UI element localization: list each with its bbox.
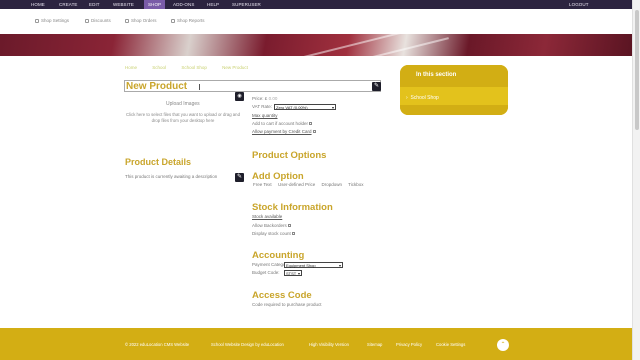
allow-payment-label: Allow payment by Credit Card bbox=[252, 129, 312, 134]
page-title: New Product bbox=[126, 81, 188, 92]
access-code-text: Code required to purchase product bbox=[252, 302, 322, 307]
add-to-cart-label: Add to cart if account holder bbox=[252, 121, 309, 126]
cart-icon bbox=[125, 18, 129, 23]
vat-rate-select[interactable]: Zero VAT (0.00%) ▾ bbox=[274, 104, 336, 110]
breadcrumb: Home School School Shop New Product bbox=[125, 65, 262, 70]
price-currency: £ bbox=[264, 96, 268, 101]
footer-cookie-link[interactable]: Cookie Settings bbox=[436, 342, 465, 347]
vat-rate-label: VAT Rate: bbox=[252, 104, 273, 109]
allow-backorders-checkbox[interactable] bbox=[287, 224, 291, 228]
display-stock-checkbox[interactable] bbox=[291, 232, 295, 236]
subnav-label: Shop Reports bbox=[177, 18, 205, 23]
footer-high-visibility-link[interactable]: High Visibility Version bbox=[309, 342, 349, 347]
nav-add-ons[interactable]: ADD-ONS bbox=[173, 0, 194, 9]
nav-shop[interactable]: SHOP bbox=[144, 0, 166, 9]
sidebar-item-label: School Shop bbox=[410, 95, 439, 101]
back-to-top-icon[interactable]: ⌃ bbox=[497, 339, 509, 351]
sidebar-item-school-shop[interactable]: › School Shop bbox=[406, 95, 439, 101]
payment-category-value: Equipment Shop bbox=[286, 263, 316, 268]
subnav-shop-reports[interactable]: Shop Reports bbox=[171, 18, 205, 23]
product-details-heading: Product Details bbox=[125, 157, 192, 167]
top-navigation: HOME CREATE EDIT WEBSITE SHOP ADD-ONS HE… bbox=[0, 0, 632, 9]
product-title-field[interactable]: New Product bbox=[124, 80, 381, 92]
stock-information-heading: Stock Information bbox=[252, 202, 333, 213]
allow-backorders-label: Allow Backorders bbox=[252, 223, 287, 228]
chevron-down-icon: ▾ bbox=[297, 271, 300, 276]
option-dropdown[interactable]: Dropdown bbox=[321, 182, 342, 187]
chevron-right-icon: › bbox=[406, 95, 408, 101]
allow-payment-checkbox[interactable] bbox=[312, 130, 316, 134]
nav-edit[interactable]: EDIT bbox=[89, 0, 100, 9]
allow-payment-option[interactable]: Allow payment by Credit Card bbox=[252, 129, 316, 134]
max-quantity-link[interactable]: Max quantity bbox=[252, 113, 278, 118]
shop-subnavigation: Shop Settings Discounts Shop Orders Shop… bbox=[0, 9, 632, 34]
logout-link[interactable]: LOGOUT bbox=[569, 0, 589, 9]
camera-icon[interactable]: ◉ bbox=[235, 92, 244, 101]
edit-description-button[interactable]: ✎ bbox=[235, 173, 244, 182]
budget-code-value: STST bbox=[286, 271, 297, 276]
product-description: This product is currently awaiting a des… bbox=[125, 174, 218, 179]
panel-header: In this section bbox=[400, 65, 508, 87]
budget-code-select[interactable]: STST ▾ bbox=[284, 270, 302, 276]
display-stock-option[interactable]: Display stock count bbox=[252, 231, 295, 236]
footer-sitemap-link[interactable]: Sitemap bbox=[367, 342, 382, 347]
footer-privacy-link[interactable]: Privacy Policy bbox=[396, 342, 422, 347]
product-options-heading: Product Options bbox=[252, 150, 327, 161]
subnav-label: Discounts bbox=[91, 18, 111, 23]
nav-help[interactable]: HELP bbox=[207, 0, 219, 9]
hero-banner-image bbox=[0, 34, 632, 56]
price-input[interactable]: 0.00 bbox=[269, 96, 278, 101]
settings-icon bbox=[35, 18, 39, 23]
stock-available-link[interactable]: Stock available bbox=[252, 214, 282, 219]
nav-website[interactable]: WEBSITE bbox=[113, 0, 134, 9]
display-stock-label: Display stock count bbox=[252, 231, 291, 236]
tag-icon bbox=[85, 18, 89, 23]
chevron-down-icon: ▾ bbox=[338, 263, 341, 268]
nav-create[interactable]: CREATE bbox=[59, 0, 78, 9]
scrollbar-thumb[interactable] bbox=[635, 10, 639, 130]
option-free-text[interactable]: Free Text bbox=[253, 182, 272, 187]
access-code-heading: Access Code bbox=[252, 290, 312, 301]
footer-copyright: © 2022 eduLocation CMS Website bbox=[125, 342, 190, 347]
upload-images-title: Upload Images bbox=[166, 101, 200, 107]
in-this-section-panel: In this section › School Shop bbox=[400, 65, 508, 115]
upload-dropzone[interactable]: Click here to select files that you want… bbox=[124, 112, 242, 124]
nav-home[interactable]: HOME bbox=[31, 0, 45, 9]
page-scrollbar[interactable] bbox=[632, 0, 640, 360]
chevron-down-icon: ▾ bbox=[331, 105, 334, 110]
budget-code-label: Budget Code: bbox=[252, 270, 280, 275]
breadcrumb-item[interactable]: School bbox=[152, 65, 166, 70]
panel-title: In this section bbox=[416, 72, 457, 78]
breadcrumb-item[interactable]: School Shop bbox=[181, 65, 207, 70]
subnav-label: Shop Settings bbox=[41, 18, 70, 23]
subnav-shop-settings[interactable]: Shop Settings bbox=[35, 18, 69, 23]
add-option-heading: Add Option bbox=[252, 171, 304, 182]
footer: © 2022 eduLocation CMS Website School We… bbox=[0, 328, 632, 360]
price-row: Price: £ 0.00 bbox=[252, 96, 277, 101]
price-label: Price: bbox=[252, 96, 264, 101]
subnav-discounts[interactable]: Discounts bbox=[85, 18, 111, 23]
accounting-heading: Accounting bbox=[252, 250, 305, 261]
subnav-shop-orders[interactable]: Shop Orders bbox=[125, 18, 157, 23]
nav-superuser[interactable]: SUPERUSER bbox=[232, 0, 261, 9]
option-user-defined-price[interactable]: User-defined Price bbox=[278, 182, 315, 187]
payment-category-select[interactable]: Equipment Shop ▾ bbox=[284, 262, 343, 268]
edit-title-button[interactable]: ✎ bbox=[372, 82, 381, 91]
add-to-cart-option[interactable]: Add to cart if account holder bbox=[252, 121, 313, 126]
breadcrumb-item: New Product bbox=[222, 65, 248, 70]
report-icon bbox=[171, 18, 175, 23]
text-cursor bbox=[199, 84, 200, 90]
vat-rate-value: Zero VAT (0.00%) bbox=[276, 105, 308, 110]
footer-design-link[interactable]: School Website Design by eduLocation bbox=[211, 342, 284, 347]
allow-backorders-option[interactable]: Allow Backorders bbox=[252, 223, 291, 228]
option-tickbox[interactable]: Tickbox bbox=[348, 182, 363, 187]
option-type-list: Free Text User-defined Price Dropdown Ti… bbox=[253, 182, 369, 187]
subnav-label: Shop Orders bbox=[131, 18, 157, 23]
add-to-cart-checkbox[interactable] bbox=[309, 122, 313, 126]
breadcrumb-item[interactable]: Home bbox=[125, 65, 137, 70]
